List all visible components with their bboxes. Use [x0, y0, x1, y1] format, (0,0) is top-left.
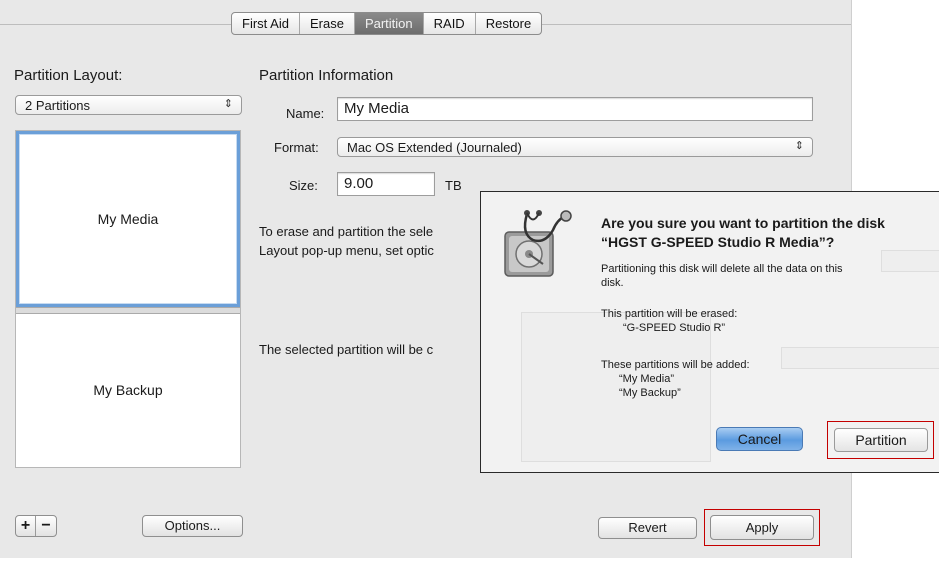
partition-layout-popup[interactable]: 2 Partitions ⇕ [15, 95, 242, 115]
added-item: “My Backup” [619, 387, 681, 399]
tab-bar: First Aid Erase Partition RAID Restore [231, 12, 543, 35]
warning-line: Partitioning this disk will delete all t… [601, 263, 843, 275]
tab-erase[interactable]: Erase [300, 13, 355, 34]
up-down-arrows-icon: ⇕ [223, 98, 233, 110]
faded-background [781, 347, 939, 369]
partition-layout-map: My Media My Backup [15, 130, 241, 468]
disk-utility-icon [504, 210, 572, 277]
options-button[interactable]: Options... [142, 515, 243, 537]
partition-block-label: My Backup [93, 382, 163, 398]
apply-button[interactable]: Apply [710, 515, 814, 540]
partition-information-heading: Partition Information [259, 67, 394, 84]
added-item: “My Media” [619, 373, 675, 385]
partition-confirm-button[interactable]: Partition [834, 428, 928, 452]
dialog-title: Are you sure you want to partition the d… [601, 215, 885, 250]
name-label: Name: [286, 106, 325, 121]
added-heading: These partitions will be added: [601, 359, 750, 371]
partition-block-my-backup[interactable]: My Backup [16, 314, 240, 466]
format-value: Mac OS Extended (Journaled) [347, 140, 522, 155]
selected-partition-note: The selected partition will be c [259, 342, 434, 357]
size-label: Size: [289, 178, 318, 193]
dialog-warning: Partitioning this disk will delete all t… [601, 262, 843, 290]
tab-first-aid[interactable]: First Aid [232, 13, 300, 34]
add-partition-button[interactable]: + [16, 516, 36, 536]
erased-item: “G-SPEED Studio R” [623, 322, 726, 334]
description-line: To erase and partition the sele [259, 224, 434, 239]
description-line: Layout pop-up menu, set optic [259, 243, 434, 258]
size-unit-label: TB [445, 178, 462, 193]
faded-background [881, 250, 939, 272]
format-label: Format: [274, 140, 319, 155]
partition-block-label: My Media [97, 211, 159, 227]
added-section: These partitions will be added: “My Medi… [601, 358, 750, 400]
erased-heading: This partition will be erased: [601, 308, 738, 320]
partition-resize-handle[interactable] [16, 307, 240, 314]
revert-button[interactable]: Revert [598, 517, 697, 539]
format-popup[interactable]: Mac OS Extended (Journaled) ⇕ [337, 137, 813, 157]
partition-description: To erase and partition the sele Layout p… [259, 222, 434, 260]
remove-partition-button[interactable]: − [36, 516, 56, 536]
partition-block-my-media[interactable]: My Media [16, 131, 240, 307]
partition-size-field[interactable]: 9.00 [337, 172, 435, 196]
erased-section: This partition will be erased: “G-SPEED … [601, 307, 737, 335]
add-remove-partition-control: + − [15, 515, 57, 537]
partition-layout-heading: Partition Layout: [14, 67, 123, 84]
cancel-button[interactable]: Cancel [716, 427, 803, 451]
partition-layout-value: 2 Partitions [25, 98, 91, 113]
warning-line: disk. [601, 277, 624, 289]
tab-raid[interactable]: RAID [424, 13, 476, 34]
tab-restore[interactable]: Restore [476, 13, 542, 34]
tab-partition[interactable]: Partition [354, 13, 424, 34]
partition-confirm-dialog: Are you sure you want to partition the d… [480, 191, 939, 473]
partition-name-field[interactable]: My Media [337, 97, 813, 121]
up-down-arrows-icon: ⇕ [794, 140, 804, 152]
